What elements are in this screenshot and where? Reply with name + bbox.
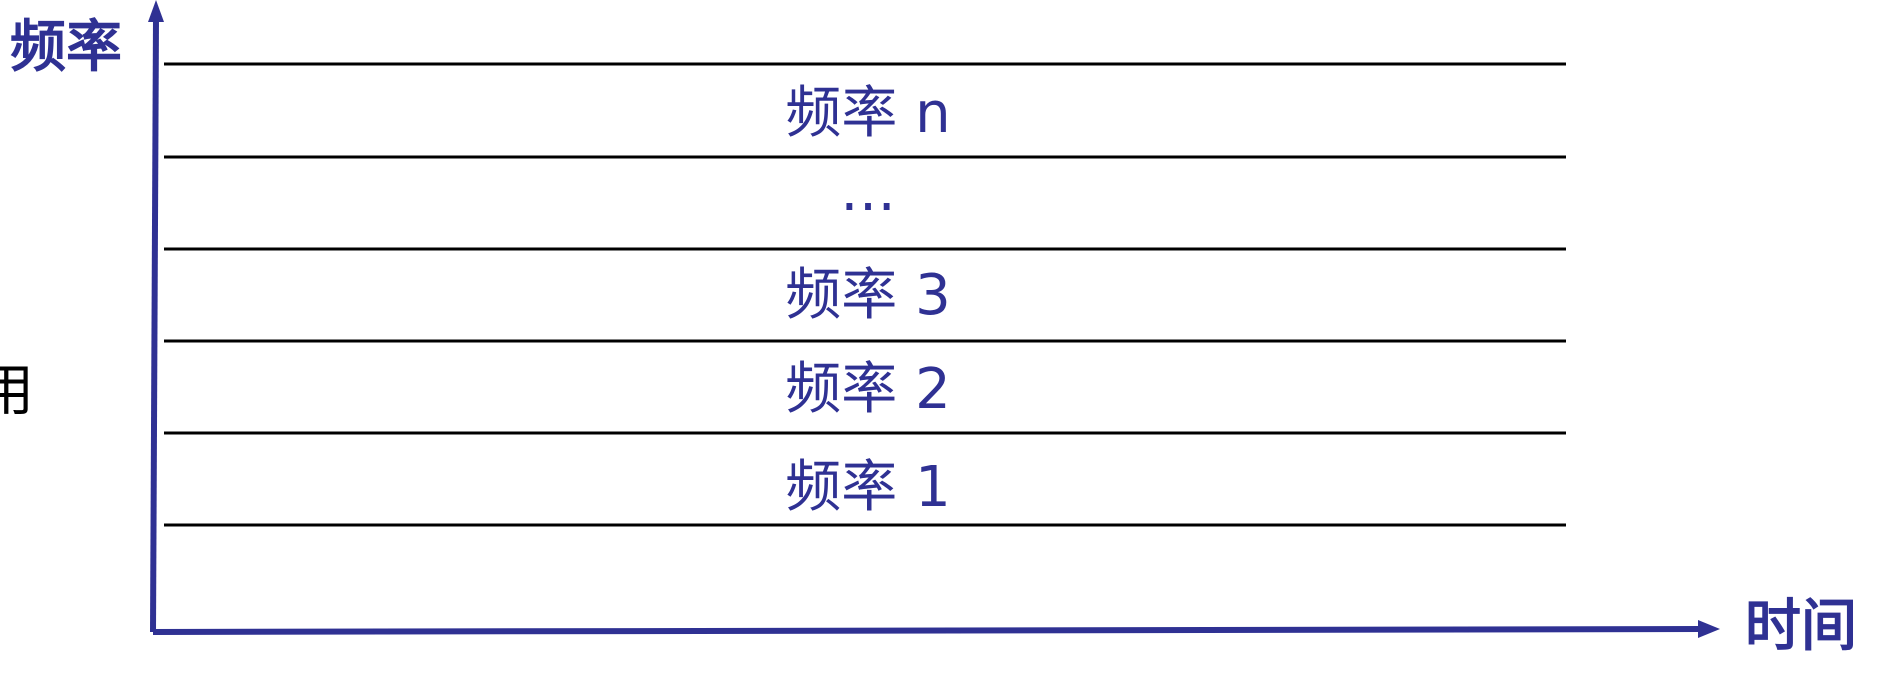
y-axis-line — [150, 17, 159, 633]
band-label-n: 频率 n — [785, 81, 950, 146]
band-label-3: 频率 3 — [785, 263, 950, 328]
y-axis-arrowhead — [148, 0, 164, 22]
x-axis-line — [152, 626, 1701, 635]
y-axis-label: 频率 — [10, 15, 122, 80]
band-label-ellipsis: … — [840, 159, 896, 224]
band-label-1: 频率 1 — [785, 455, 950, 520]
frequency-division-diagram: 用 频率 时间 频率 n … 频率 3 频率 2 频率 1 — [0, 0, 1857, 659]
band-label-2: 频率 2 — [785, 357, 950, 422]
side-text: 用 — [0, 359, 34, 424]
x-axis-arrowhead — [1698, 620, 1720, 638]
x-axis-label: 时间 — [1745, 594, 1857, 659]
